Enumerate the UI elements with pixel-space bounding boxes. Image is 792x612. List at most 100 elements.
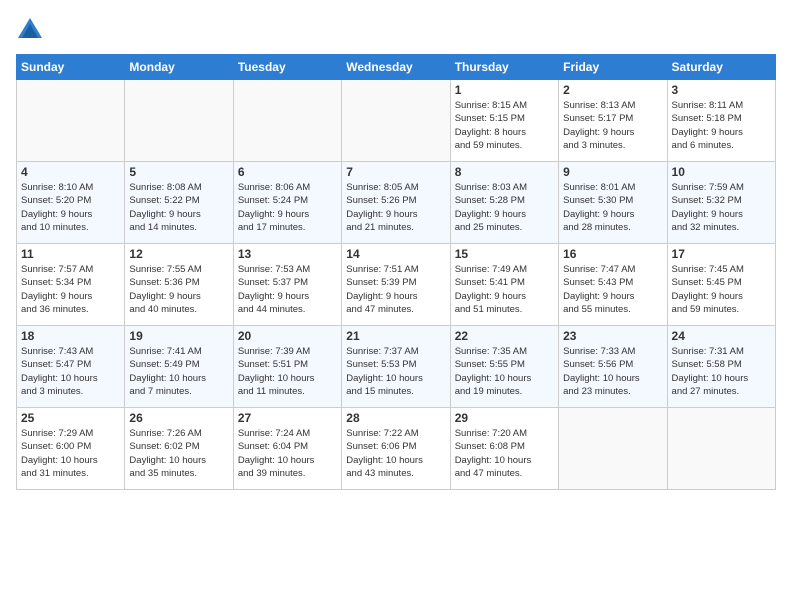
calendar-cell	[559, 408, 667, 490]
calendar-cell: 17 Sunrise: 7:45 AM Sunset: 5:45 PM Dayli…	[667, 244, 775, 326]
calendar-header-row: SundayMondayTuesdayWednesdayThursdayFrid…	[17, 55, 776, 80]
day-info: Sunrise: 7:37 AM Sunset: 5:53 PM Dayligh…	[346, 345, 445, 398]
day-info: Sunrise: 8:08 AM Sunset: 5:22 PM Dayligh…	[129, 181, 228, 234]
day-number: 28	[346, 411, 445, 425]
day-info: Sunrise: 7:51 AM Sunset: 5:39 PM Dayligh…	[346, 263, 445, 316]
day-number: 20	[238, 329, 337, 343]
day-info: Sunrise: 7:22 AM Sunset: 6:06 PM Dayligh…	[346, 427, 445, 480]
day-info: Sunrise: 7:53 AM Sunset: 5:37 PM Dayligh…	[238, 263, 337, 316]
calendar-cell: 27 Sunrise: 7:24 AM Sunset: 6:04 PM Dayli…	[233, 408, 341, 490]
calendar-cell: 13 Sunrise: 7:53 AM Sunset: 5:37 PM Dayli…	[233, 244, 341, 326]
calendar-cell: 11 Sunrise: 7:57 AM Sunset: 5:34 PM Dayli…	[17, 244, 125, 326]
day-number: 2	[563, 83, 662, 97]
calendar-header-friday: Friday	[559, 55, 667, 80]
calendar-header-wednesday: Wednesday	[342, 55, 450, 80]
day-info: Sunrise: 8:13 AM Sunset: 5:17 PM Dayligh…	[563, 99, 662, 152]
day-info: Sunrise: 8:03 AM Sunset: 5:28 PM Dayligh…	[455, 181, 554, 234]
calendar-header-tuesday: Tuesday	[233, 55, 341, 80]
day-number: 6	[238, 165, 337, 179]
calendar-cell: 16 Sunrise: 7:47 AM Sunset: 5:43 PM Dayli…	[559, 244, 667, 326]
day-info: Sunrise: 7:29 AM Sunset: 6:00 PM Dayligh…	[21, 427, 120, 480]
calendar-cell: 5 Sunrise: 8:08 AM Sunset: 5:22 PM Daylig…	[125, 162, 233, 244]
day-number: 1	[455, 83, 554, 97]
day-number: 24	[672, 329, 771, 343]
calendar-week-4: 25 Sunrise: 7:29 AM Sunset: 6:00 PM Dayli…	[17, 408, 776, 490]
logo-icon	[16, 16, 44, 44]
day-info: Sunrise: 7:57 AM Sunset: 5:34 PM Dayligh…	[21, 263, 120, 316]
calendar-cell: 9 Sunrise: 8:01 AM Sunset: 5:30 PM Daylig…	[559, 162, 667, 244]
day-number: 15	[455, 247, 554, 261]
day-info: Sunrise: 7:41 AM Sunset: 5:49 PM Dayligh…	[129, 345, 228, 398]
calendar-cell	[125, 80, 233, 162]
day-number: 23	[563, 329, 662, 343]
day-info: Sunrise: 7:35 AM Sunset: 5:55 PM Dayligh…	[455, 345, 554, 398]
calendar-cell: 6 Sunrise: 8:06 AM Sunset: 5:24 PM Daylig…	[233, 162, 341, 244]
day-number: 17	[672, 247, 771, 261]
calendar-cell	[342, 80, 450, 162]
day-number: 4	[21, 165, 120, 179]
day-number: 8	[455, 165, 554, 179]
page-container: SundayMondayTuesdayWednesdayThursdayFrid…	[0, 0, 792, 498]
day-info: Sunrise: 8:01 AM Sunset: 5:30 PM Dayligh…	[563, 181, 662, 234]
day-number: 19	[129, 329, 228, 343]
day-info: Sunrise: 7:47 AM Sunset: 5:43 PM Dayligh…	[563, 263, 662, 316]
calendar-cell: 14 Sunrise: 7:51 AM Sunset: 5:39 PM Dayli…	[342, 244, 450, 326]
day-number: 12	[129, 247, 228, 261]
calendar-cell: 25 Sunrise: 7:29 AM Sunset: 6:00 PM Dayli…	[17, 408, 125, 490]
calendar-cell: 4 Sunrise: 8:10 AM Sunset: 5:20 PM Daylig…	[17, 162, 125, 244]
day-number: 11	[21, 247, 120, 261]
day-number: 14	[346, 247, 445, 261]
day-info: Sunrise: 7:33 AM Sunset: 5:56 PM Dayligh…	[563, 345, 662, 398]
calendar-header-monday: Monday	[125, 55, 233, 80]
calendar-cell: 18 Sunrise: 7:43 AM Sunset: 5:47 PM Dayli…	[17, 326, 125, 408]
day-number: 13	[238, 247, 337, 261]
day-info: Sunrise: 7:39 AM Sunset: 5:51 PM Dayligh…	[238, 345, 337, 398]
calendar-cell: 1 Sunrise: 8:15 AM Sunset: 5:15 PM Daylig…	[450, 80, 558, 162]
calendar-cell	[17, 80, 125, 162]
day-number: 16	[563, 247, 662, 261]
calendar-cell: 28 Sunrise: 7:22 AM Sunset: 6:06 PM Dayli…	[342, 408, 450, 490]
calendar-header-thursday: Thursday	[450, 55, 558, 80]
calendar-cell: 24 Sunrise: 7:31 AM Sunset: 5:58 PM Dayli…	[667, 326, 775, 408]
calendar-cell	[233, 80, 341, 162]
day-number: 26	[129, 411, 228, 425]
day-info: Sunrise: 7:59 AM Sunset: 5:32 PM Dayligh…	[672, 181, 771, 234]
calendar-cell: 3Sunrise: 8:11 AM Sunset: 5:18 PM Daylig…	[667, 80, 775, 162]
day-info: Sunrise: 7:55 AM Sunset: 5:36 PM Dayligh…	[129, 263, 228, 316]
day-info: Sunrise: 8:05 AM Sunset: 5:26 PM Dayligh…	[346, 181, 445, 234]
day-number: 25	[21, 411, 120, 425]
day-info: Sunrise: 8:10 AM Sunset: 5:20 PM Dayligh…	[21, 181, 120, 234]
day-number: 22	[455, 329, 554, 343]
day-number: 5	[129, 165, 228, 179]
day-number: 27	[238, 411, 337, 425]
day-info: Sunrise: 7:45 AM Sunset: 5:45 PM Dayligh…	[672, 263, 771, 316]
day-info: Sunrise: 8:15 AM Sunset: 5:15 PM Dayligh…	[455, 99, 554, 152]
day-info: Sunrise: 7:24 AM Sunset: 6:04 PM Dayligh…	[238, 427, 337, 480]
day-info: Sunrise: 7:43 AM Sunset: 5:47 PM Dayligh…	[21, 345, 120, 398]
calendar-cell: 8 Sunrise: 8:03 AM Sunset: 5:28 PM Daylig…	[450, 162, 558, 244]
calendar-cell: 29 Sunrise: 7:20 AM Sunset: 6:08 PM Dayli…	[450, 408, 558, 490]
calendar-table: SundayMondayTuesdayWednesdayThursdayFrid…	[16, 54, 776, 490]
day-info: Sunrise: 7:26 AM Sunset: 6:02 PM Dayligh…	[129, 427, 228, 480]
page-header	[16, 16, 776, 44]
day-info: Sunrise: 7:20 AM Sunset: 6:08 PM Dayligh…	[455, 427, 554, 480]
calendar-cell: 23 Sunrise: 7:33 AM Sunset: 5:56 PM Dayli…	[559, 326, 667, 408]
calendar-cell	[667, 408, 775, 490]
day-number: 7	[346, 165, 445, 179]
calendar-cell: 15 Sunrise: 7:49 AM Sunset: 5:41 PM Dayli…	[450, 244, 558, 326]
calendar-cell: 20 Sunrise: 7:39 AM Sunset: 5:51 PM Dayli…	[233, 326, 341, 408]
day-info: Sunrise: 7:31 AM Sunset: 5:58 PM Dayligh…	[672, 345, 771, 398]
calendar-cell: 2 Sunrise: 8:13 AM Sunset: 5:17 PM Daylig…	[559, 80, 667, 162]
calendar-cell: 10Sunrise: 7:59 AM Sunset: 5:32 PM Dayli…	[667, 162, 775, 244]
day-number: 21	[346, 329, 445, 343]
day-number: 18	[21, 329, 120, 343]
calendar-cell: 21 Sunrise: 7:37 AM Sunset: 5:53 PM Dayli…	[342, 326, 450, 408]
calendar-header-saturday: Saturday	[667, 55, 775, 80]
calendar-week-3: 18 Sunrise: 7:43 AM Sunset: 5:47 PM Dayli…	[17, 326, 776, 408]
day-number: 9	[563, 165, 662, 179]
calendar-cell: 22 Sunrise: 7:35 AM Sunset: 5:55 PM Dayli…	[450, 326, 558, 408]
day-info: Sunrise: 7:49 AM Sunset: 5:41 PM Dayligh…	[455, 263, 554, 316]
calendar-header-sunday: Sunday	[17, 55, 125, 80]
day-info: Sunrise: 8:06 AM Sunset: 5:24 PM Dayligh…	[238, 181, 337, 234]
day-number: 29	[455, 411, 554, 425]
